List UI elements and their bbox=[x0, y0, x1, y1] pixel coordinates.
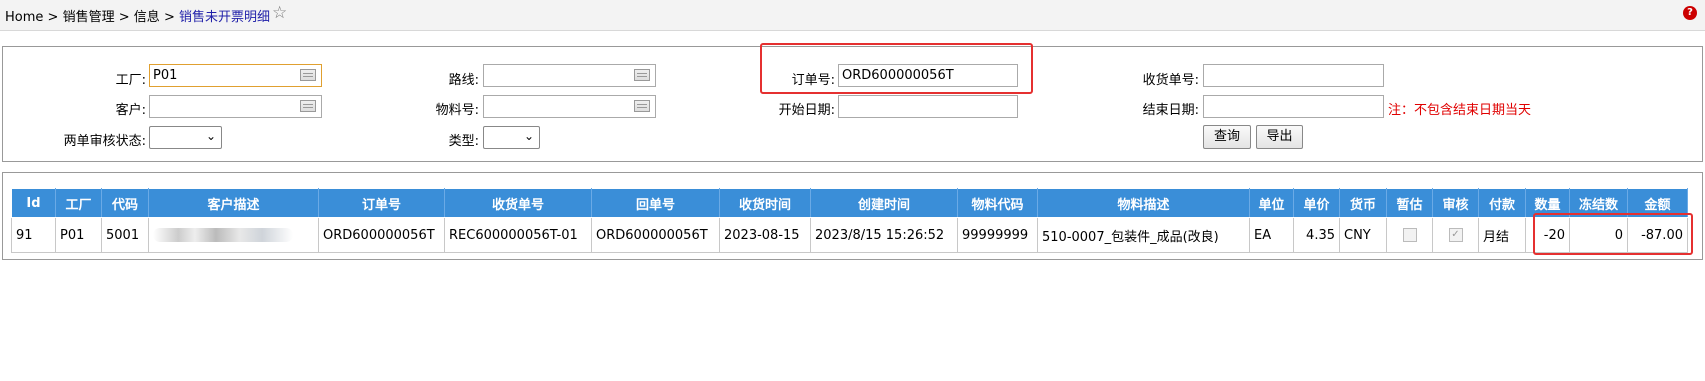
chevron-down-icon: ⌄ bbox=[523, 129, 534, 143]
cell-material-code: 99999999 bbox=[957, 217, 1038, 253]
results-panel: Id 工厂 代码 客户描述 订单号 收货单号 回单号 收货时间 创建时间 物料代… bbox=[2, 172, 1703, 260]
cell-code: 5001 bbox=[101, 217, 149, 253]
type-select[interactable]: ⌄ bbox=[483, 126, 540, 149]
cell-audited: ✓ bbox=[1432, 217, 1479, 253]
help-icon[interactable]: ? bbox=[1683, 6, 1697, 20]
audit-status-select[interactable]: ⌄ bbox=[149, 126, 222, 149]
customer-field[interactable] bbox=[149, 95, 322, 118]
start-date-field[interactable] bbox=[838, 95, 1018, 118]
column-header[interactable]: 暂估 bbox=[1386, 188, 1433, 218]
factory-label: 工厂: bbox=[115, 73, 146, 88]
column-header[interactable]: 收货时间 bbox=[719, 188, 811, 218]
end-date-label: 结束日期: bbox=[1142, 103, 1199, 118]
column-header[interactable]: 付款 bbox=[1478, 188, 1526, 218]
breadcrumb-separator: > bbox=[163, 10, 175, 25]
cell-receipt: REC600000056T-01 bbox=[444, 217, 592, 253]
column-header[interactable]: 收货单号 bbox=[444, 188, 592, 218]
lookup-icon[interactable] bbox=[300, 69, 316, 81]
cell-id: 91 bbox=[11, 217, 56, 253]
receipt-field[interactable] bbox=[1203, 64, 1384, 87]
provisional-checkbox[interactable] bbox=[1402, 228, 1417, 242]
lookup-icon[interactable] bbox=[634, 69, 650, 81]
customer-label: 客户: bbox=[115, 103, 146, 118]
end-date-note: 注：不包含结束日期当天 bbox=[1388, 103, 1532, 118]
column-header[interactable]: 物料代码 bbox=[957, 188, 1038, 218]
column-header[interactable]: 代码 bbox=[101, 188, 149, 218]
blurred-customer bbox=[153, 228, 293, 242]
start-date-label: 开始日期: bbox=[778, 103, 835, 118]
cell-receive-time: 2023-08-15 bbox=[719, 217, 811, 253]
material-field[interactable] bbox=[483, 95, 656, 118]
column-header[interactable]: 客户描述 bbox=[148, 188, 319, 218]
breadcrumb-home[interactable]: Home bbox=[5, 10, 43, 25]
column-header[interactable]: 工厂 bbox=[55, 188, 102, 218]
cell-create-time: 2023/8/15 15:26:52 bbox=[810, 217, 958, 253]
query-button[interactable]: 查询 bbox=[1203, 125, 1251, 149]
column-header[interactable]: 创建时间 bbox=[810, 188, 958, 218]
column-header[interactable]: 单位 bbox=[1249, 188, 1294, 218]
breadcrumb-separator: > bbox=[47, 10, 59, 25]
cell-unit: EA bbox=[1249, 217, 1294, 253]
breadcrumb: Home > 销售管理 > 信息 > 销售未开票明细 bbox=[5, 6, 270, 25]
cell-provisional bbox=[1386, 217, 1433, 253]
material-label: 物料号: bbox=[435, 103, 479, 118]
cell-price: 4.35 bbox=[1293, 217, 1340, 253]
breadcrumb-separator: > bbox=[118, 10, 130, 25]
column-header[interactable]: 物料描述 bbox=[1037, 188, 1250, 218]
results-table: Id 工厂 代码 客户描述 订单号 收货单号 回单号 收货时间 创建时间 物料代… bbox=[11, 188, 1688, 253]
route-label: 路线: bbox=[448, 73, 479, 88]
breadcrumb-current: 销售未开票明细 bbox=[178, 10, 270, 25]
type-label: 类型: bbox=[448, 134, 479, 149]
top-bar: Home > 销售管理 > 信息 > 销售未开票明细 ☆ ? bbox=[0, 0, 1705, 31]
column-header[interactable]: 订单号 bbox=[318, 188, 445, 218]
lookup-icon[interactable] bbox=[300, 100, 316, 112]
cell-order: ORD600000056T bbox=[318, 217, 445, 253]
column-header[interactable]: Id bbox=[11, 188, 56, 218]
cell-material-desc: 510-0007_包装件_成品(改良) bbox=[1037, 217, 1250, 253]
cell-payment: 月结 bbox=[1478, 217, 1526, 253]
breadcrumb-sales[interactable]: 销售管理 bbox=[63, 10, 115, 25]
lookup-icon[interactable] bbox=[634, 100, 650, 112]
end-date-field[interactable] bbox=[1203, 95, 1384, 118]
export-button[interactable]: 导出 bbox=[1256, 125, 1303, 149]
column-header[interactable]: 单价 bbox=[1293, 188, 1340, 218]
table-row[interactable]: 91 P01 5001 ORD600000056T REC600000056T-… bbox=[11, 217, 1688, 253]
cell-customer bbox=[148, 217, 319, 253]
cell-factory: P01 bbox=[55, 217, 102, 253]
order-highlight-box bbox=[760, 43, 1033, 94]
factory-value: P01 bbox=[153, 68, 178, 83]
cell-return-no: ORD600000056T bbox=[591, 217, 720, 253]
chevron-down-icon: ⌄ bbox=[205, 129, 216, 143]
favorite-star-icon[interactable]: ☆ bbox=[272, 3, 287, 23]
audited-checkbox[interactable]: ✓ bbox=[1448, 228, 1463, 242]
column-header[interactable]: 回单号 bbox=[591, 188, 720, 218]
table-header-row: Id 工厂 代码 客户描述 订单号 收货单号 回单号 收货时间 创建时间 物料代… bbox=[11, 188, 1688, 218]
receipt-label: 收货单号: bbox=[1142, 73, 1199, 88]
route-field[interactable] bbox=[483, 64, 656, 87]
amount-highlight-box bbox=[1533, 213, 1693, 255]
breadcrumb-info[interactable]: 信息 bbox=[134, 10, 160, 25]
audit-status-label: 两单审核状态: bbox=[63, 134, 146, 149]
column-header[interactable]: 货币 bbox=[1339, 188, 1387, 218]
column-header[interactable]: 审核 bbox=[1432, 188, 1479, 218]
cell-currency: CNY bbox=[1339, 217, 1387, 253]
factory-field[interactable]: P01 bbox=[149, 64, 322, 87]
